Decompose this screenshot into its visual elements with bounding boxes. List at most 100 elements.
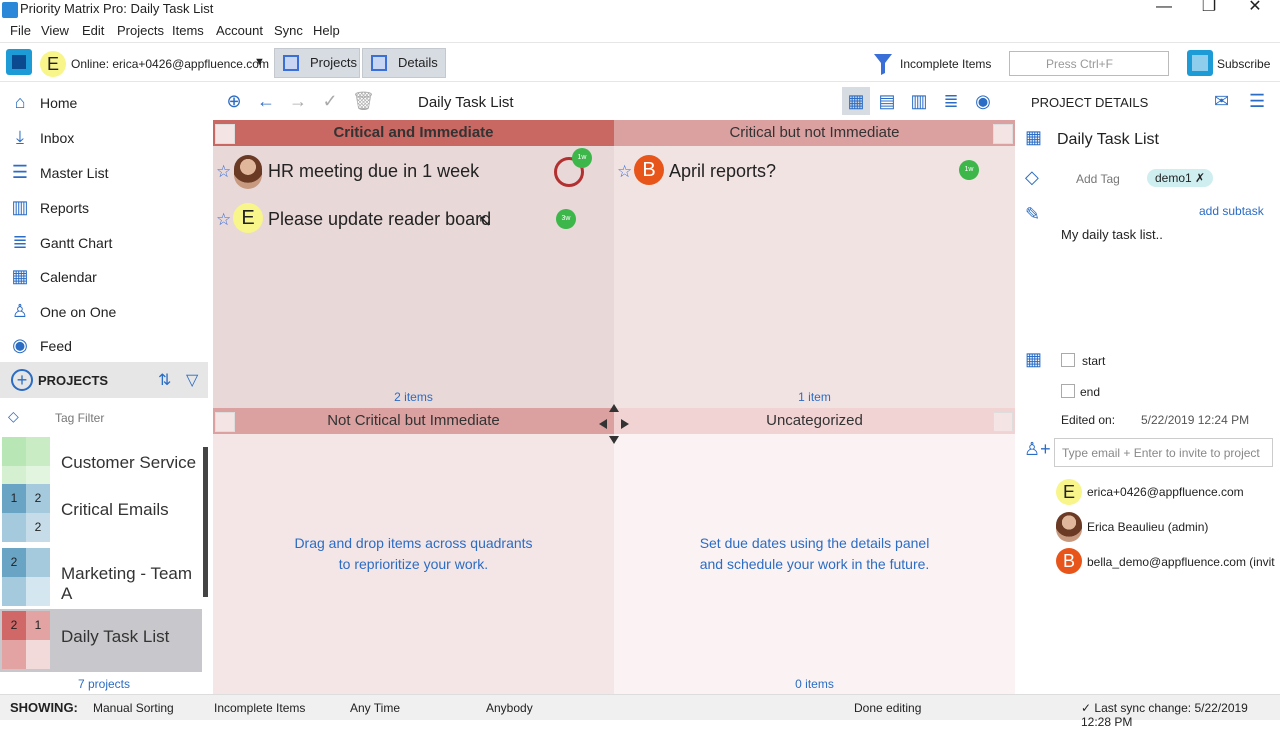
status-sync: ✓ Last sync change: 5/22/2019 12:28 PM <box>1081 701 1248 729</box>
invite-input[interactable]: Type email + Enter to invite to project <box>1054 438 1273 467</box>
details-button[interactable]: Details <box>362 48 446 78</box>
project-item-marketing-team-a[interactable]: 2 Marketing - Team A <box>0 546 202 609</box>
forward-arrow-icon[interactable]: → <box>287 90 309 112</box>
task-item[interactable]: ☆ HR meeting due in 1 week 1w <box>216 148 596 190</box>
chevron-down-icon[interactable]: ▼ <box>254 56 265 68</box>
add-tag-button[interactable]: Add Tag <box>1076 172 1120 186</box>
gantt-icon: ≣ <box>12 232 28 252</box>
mail-icon[interactable]: ✉ <box>1214 91 1229 112</box>
menu-view[interactable]: View <box>41 23 69 38</box>
end-label: end <box>1080 385 1101 399</box>
end-checkbox[interactable] <box>1061 384 1075 398</box>
matrix-view-icon[interactable]: ▦ <box>842 87 870 115</box>
logo-icon <box>6 49 32 75</box>
project-name[interactable]: Daily Task List <box>1057 131 1159 149</box>
sort-icon[interactable]: ⇅ <box>158 370 171 390</box>
projects-header: + PROJECTS ⇅ ▽ <box>0 362 208 398</box>
project-matrix-icon: 2 1 <box>2 611 50 669</box>
maximize-icon[interactable]: ❐ <box>1186 0 1232 18</box>
person-icon: ♙ <box>11 301 29 321</box>
star-icon[interactable]: ☆ <box>216 162 231 182</box>
quadrant-checkbox[interactable] <box>215 412 235 432</box>
feed-icon: ◉ <box>12 335 28 355</box>
avatar: B <box>634 155 664 185</box>
online-status[interactable]: Online: erica+0426@appfluence.com <box>71 57 269 71</box>
add-project-icon[interactable]: + <box>11 369 33 391</box>
calendar-icon: ▦ <box>11 266 29 286</box>
sidebar-item-calendar[interactable]: ▦ Calendar <box>0 259 208 293</box>
trash-icon[interactable]: 🗑 <box>352 90 375 112</box>
member-item[interactable]: erica+0426@appfluence.com <box>1087 485 1244 499</box>
task-item[interactable]: ☆ E Please update reader board 3w <box>216 202 596 238</box>
menu-help[interactable]: Help <box>313 23 340 38</box>
check-icon[interactable]: ✓ <box>319 90 341 112</box>
project-count[interactable]: 7 projects <box>0 677 208 691</box>
project-item-critical-emails[interactable]: 1 2 2 Critical Emails <box>0 482 202 545</box>
status-time[interactable]: Any Time <box>350 701 400 715</box>
user-avatar[interactable]: E <box>40 51 66 77</box>
gantt-view-icon[interactable]: ≣ <box>940 90 962 112</box>
quadrant-2-header: Critical but not Immediate <box>614 120 1015 146</box>
add-item-icon[interactable]: ⊕ <box>223 90 245 112</box>
sidebar-item-master-list[interactable]: ☰ Master List <box>0 155 208 189</box>
quadrant-resize-handle[interactable] <box>597 404 631 444</box>
quadrant-checkbox[interactable] <box>993 412 1013 432</box>
tag-filter[interactable]: Tag Filter <box>55 411 104 425</box>
project-matrix-icon: 2 <box>2 548 50 606</box>
avatar: E <box>233 203 263 233</box>
filter-icon[interactable] <box>873 52 893 76</box>
details-panel: PROJECT DETAILS ✉ ☰ ▦ Daily Task List ◇ … <box>1016 82 1280 694</box>
star-icon[interactable]: ☆ <box>216 210 231 230</box>
edited-label: Edited on: <box>1061 413 1116 427</box>
member-item[interactable]: bella_demo@appfluence.com (invit <box>1087 555 1275 569</box>
title-bar: Priority Matrix Pro: Daily Task List — ❐… <box>0 0 1280 20</box>
back-arrow-icon[interactable]: ← <box>255 90 277 112</box>
status-sorting[interactable]: Manual Sorting <box>93 701 174 715</box>
project-item-daily-task-list[interactable]: 2 1 Daily Task List <box>0 609 202 672</box>
menu-items[interactable]: Items <box>172 23 204 38</box>
calendar-view-icon[interactable]: ▤ <box>876 90 898 112</box>
filter-icon[interactable]: ▽ <box>186 370 198 390</box>
sidebar-item-home[interactable]: ⌂ Home <box>0 85 208 119</box>
sidebar-item-one-on-one[interactable]: ♙ One on One <box>0 294 208 328</box>
projects-button[interactable]: Projects <box>274 48 360 78</box>
status-who[interactable]: Anybody <box>486 701 533 715</box>
quadrant-3-hint: Drag and drop items across quadrants to r… <box>294 535 533 572</box>
add-subtask-link[interactable]: add subtask <box>1199 204 1264 218</box>
avatar: E <box>1056 479 1082 505</box>
task-item[interactable]: ☆ B April reports? 1w <box>617 154 997 190</box>
subscribe-button[interactable]: Subscribe <box>1217 57 1270 71</box>
start-checkbox[interactable] <box>1061 353 1075 367</box>
status-done-editing[interactable]: Done editing <box>854 701 921 715</box>
menu-account[interactable]: Account <box>216 23 263 38</box>
quadrant-checkbox[interactable] <box>215 124 235 144</box>
tag-chip[interactable]: demo1 ✗ <box>1147 169 1214 187</box>
member-item[interactable]: Erica Beaulieu (admin) <box>1087 520 1208 534</box>
feed-view-icon[interactable]: ◉ <box>972 90 994 112</box>
menu-list-icon[interactable]: ☰ <box>1249 91 1265 112</box>
close-icon[interactable]: ✕ <box>1232 0 1278 18</box>
sidebar-scrollbar[interactable] <box>203 447 208 597</box>
menu-sync[interactable]: Sync <box>274 23 303 38</box>
menu-edit[interactable]: Edit <box>82 23 104 38</box>
tag-icon: ◇ <box>1025 167 1039 187</box>
menu-projects[interactable]: Projects <box>117 23 164 38</box>
star-icon[interactable]: ☆ <box>617 162 632 182</box>
chart-view-icon[interactable]: ▥ <box>908 90 930 112</box>
subscribe-icon[interactable] <box>1187 50 1213 76</box>
project-description[interactable]: My daily task list.. <box>1061 227 1163 242</box>
sidebar-item-reports[interactable]: ▥ Reports <box>0 190 208 224</box>
sidebar-item-gantt[interactable]: ≣ Gantt Chart <box>0 225 208 259</box>
sidebar-item-inbox[interactable]: ⤓ Inbox <box>0 120 208 154</box>
menu-file[interactable]: File <box>10 23 31 38</box>
quadrant-checkbox[interactable] <box>993 124 1013 144</box>
search-input[interactable]: Press Ctrl+F <box>1009 51 1169 76</box>
sidebar-item-feed[interactable]: ◉ Feed <box>0 328 208 362</box>
window-title: Priority Matrix Pro: Daily Task List <box>20 1 214 16</box>
avatar <box>1056 512 1082 542</box>
edited-value: 5/22/2019 12:24 PM <box>1141 413 1250 427</box>
filter-label[interactable]: Incomplete Items <box>900 57 991 71</box>
status-filter[interactable]: Incomplete Items <box>214 701 305 715</box>
minimize-icon[interactable]: — <box>1141 0 1187 18</box>
remove-tag-icon[interactable]: ✗ <box>1195 171 1205 185</box>
